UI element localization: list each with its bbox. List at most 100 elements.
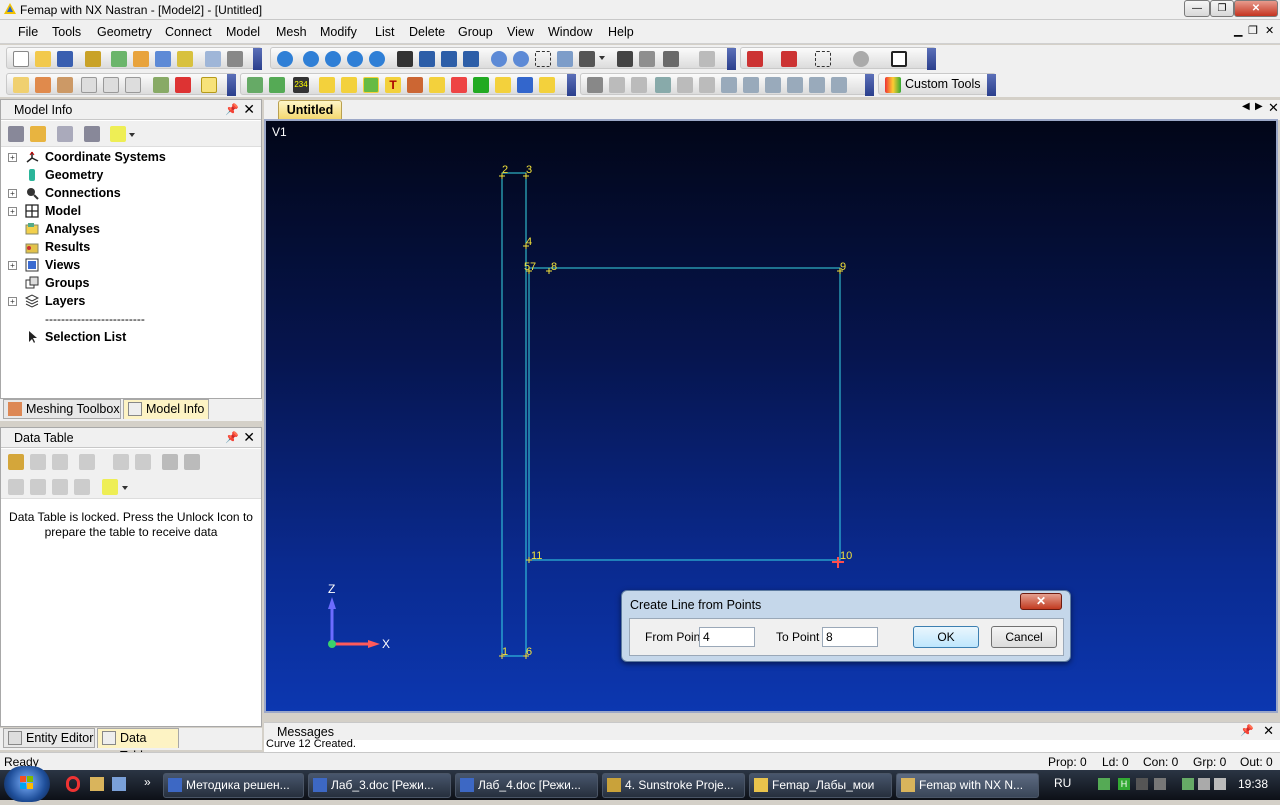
measure-icon[interactable] bbox=[539, 77, 555, 93]
volume-icon[interactable] bbox=[1214, 778, 1226, 790]
close-panel-icon[interactable]: ✕ bbox=[243, 429, 255, 446]
zoom-out-icon[interactable] bbox=[513, 51, 529, 67]
tab-meshing-toolbox[interactable]: Meshing Toolbox bbox=[3, 399, 121, 419]
show-desktop-icon[interactable] bbox=[112, 777, 126, 791]
pick-icon[interactable] bbox=[781, 51, 797, 67]
toolbar-grip[interactable] bbox=[987, 74, 996, 96]
close-tab-icon[interactable]: ✕ bbox=[1268, 100, 1279, 116]
import-icon[interactable] bbox=[111, 51, 127, 67]
element-icon[interactable] bbox=[429, 77, 445, 93]
labels-icon[interactable]: 234 bbox=[293, 77, 309, 93]
arrow-down-icon[interactable] bbox=[369, 51, 385, 67]
close-panel-icon[interactable]: ✕ bbox=[243, 101, 255, 118]
tree-item-geometry[interactable]: Geometry bbox=[1, 167, 259, 185]
curve-icon[interactable] bbox=[341, 77, 357, 93]
taskbar-item-3[interactable]: Лаб_4.doc [Режи... bbox=[455, 773, 598, 798]
save-icon[interactable] bbox=[57, 51, 73, 67]
clock[interactable]: 19:38 bbox=[1238, 777, 1268, 791]
menu-view[interactable]: View bbox=[507, 25, 534, 39]
analyze-icon[interactable] bbox=[155, 51, 171, 67]
tree-item-layers[interactable]: + Layers bbox=[1, 293, 259, 311]
dropdown-arrow-icon[interactable] bbox=[599, 56, 605, 60]
curve-square[interactable] bbox=[528, 267, 841, 561]
surface-icon[interactable] bbox=[363, 77, 379, 93]
folder-open-icon[interactable] bbox=[30, 126, 46, 142]
post-processing-icon[interactable] bbox=[57, 77, 73, 93]
point-icon[interactable] bbox=[319, 77, 335, 93]
messages-icon[interactable] bbox=[153, 77, 169, 93]
data-table-icon[interactable] bbox=[103, 77, 119, 93]
toolbar-grip[interactable] bbox=[727, 48, 736, 70]
node-icon[interactable] bbox=[495, 77, 511, 93]
taskbar-item-4[interactable]: 4. Sunstroke Proje... bbox=[602, 773, 745, 798]
tab-model-info[interactable]: Model Info bbox=[123, 399, 209, 419]
toolbar-grip[interactable] bbox=[567, 74, 576, 96]
copy-icon[interactable] bbox=[205, 51, 221, 67]
tree-item-results[interactable]: Results bbox=[1, 239, 259, 257]
load-icon[interactable] bbox=[451, 77, 467, 93]
tray-icon-5[interactable] bbox=[1182, 778, 1194, 790]
toolbar-grip[interactable] bbox=[227, 74, 236, 96]
menu-mesh[interactable]: Mesh bbox=[276, 25, 307, 39]
menu-geometry[interactable]: Geometry bbox=[97, 25, 152, 39]
expand-icon[interactable]: + bbox=[8, 297, 17, 306]
results-options-icon[interactable] bbox=[809, 77, 825, 93]
highlight-icon[interactable] bbox=[102, 479, 118, 495]
curve-outline-left[interactable] bbox=[501, 172, 527, 657]
rotate-x-icon[interactable] bbox=[419, 51, 435, 67]
quicklaunch-more-icon[interactable]: » bbox=[144, 775, 151, 789]
select-box-icon[interactable] bbox=[815, 51, 831, 67]
api-icon[interactable] bbox=[125, 77, 141, 93]
taskbar-item-1[interactable]: Методика решен... bbox=[163, 773, 304, 798]
toolbar-grip[interactable] bbox=[927, 48, 936, 70]
edit-icon[interactable] bbox=[201, 77, 217, 93]
select-icon[interactable] bbox=[747, 51, 763, 67]
view-style-icon[interactable] bbox=[639, 51, 655, 67]
model-info-icon[interactable] bbox=[13, 77, 29, 93]
tree-item-groups[interactable]: Groups bbox=[1, 275, 259, 293]
rotate-icon[interactable] bbox=[397, 51, 413, 67]
from-point-input[interactable] bbox=[699, 627, 755, 647]
send-to-icon[interactable] bbox=[84, 126, 100, 142]
beam-diagram-icon[interactable] bbox=[787, 77, 803, 93]
autoscale-icon[interactable] bbox=[557, 51, 573, 67]
pin-icon[interactable]: 📌 bbox=[225, 103, 239, 116]
tree-item-connections[interactable]: + Connections bbox=[1, 185, 259, 203]
tab-entity-editor[interactable]: Entity Editor bbox=[3, 728, 95, 748]
menu-connect[interactable]: Connect bbox=[165, 25, 212, 39]
expand-icon[interactable]: + bbox=[8, 261, 17, 270]
constraint-icon[interactable] bbox=[473, 77, 489, 93]
tray-icon-3[interactable] bbox=[1136, 778, 1148, 790]
tab-untitled[interactable]: Untitled bbox=[278, 100, 342, 119]
view-options-icon[interactable] bbox=[579, 51, 595, 67]
minimize-button[interactable]: — bbox=[1184, 0, 1210, 17]
highlight-icon[interactable] bbox=[110, 126, 126, 142]
tree-item-selection-list[interactable]: Selection List bbox=[1, 329, 259, 347]
menu-list[interactable]: List bbox=[375, 25, 394, 39]
vector-icon[interactable] bbox=[721, 77, 737, 93]
tray-icon-4[interactable] bbox=[1154, 778, 1166, 790]
tree-item-analyses[interactable]: Analyses bbox=[1, 221, 259, 239]
export-icon[interactable] bbox=[133, 51, 149, 67]
arrow-left-icon[interactable] bbox=[303, 51, 319, 67]
charting-icon[interactable] bbox=[175, 77, 191, 93]
toolbar-grip[interactable] bbox=[865, 74, 874, 96]
toolbar-grip[interactable] bbox=[253, 48, 262, 70]
lock-icon[interactable] bbox=[8, 454, 24, 470]
to-point-input[interactable] bbox=[822, 627, 878, 647]
scroll-left-icon[interactable]: ◀ bbox=[1242, 101, 1250, 112]
close-button[interactable]: ✕ bbox=[1234, 0, 1278, 17]
taskbar-item-2[interactable]: Лаб_3.doc [Режи... bbox=[308, 773, 451, 798]
tree-item-views[interactable]: + Views bbox=[1, 257, 259, 275]
tray-icon-h[interactable]: H bbox=[1118, 778, 1130, 790]
scroll-right-icon[interactable]: ▶ bbox=[1255, 101, 1263, 112]
opera-icon[interactable] bbox=[66, 776, 80, 792]
layout-icon[interactable] bbox=[617, 51, 633, 67]
arrow-right-icon[interactable] bbox=[325, 51, 341, 67]
zoom-in-icon[interactable] bbox=[491, 51, 507, 67]
mdi-restore-icon[interactable]: ❐ bbox=[1248, 24, 1258, 37]
results-icon[interactable] bbox=[177, 51, 193, 67]
pin-icon[interactable]: 📌 bbox=[1240, 724, 1254, 737]
expand-icon[interactable]: + bbox=[8, 189, 17, 198]
expand-icon[interactable]: + bbox=[8, 153, 17, 162]
